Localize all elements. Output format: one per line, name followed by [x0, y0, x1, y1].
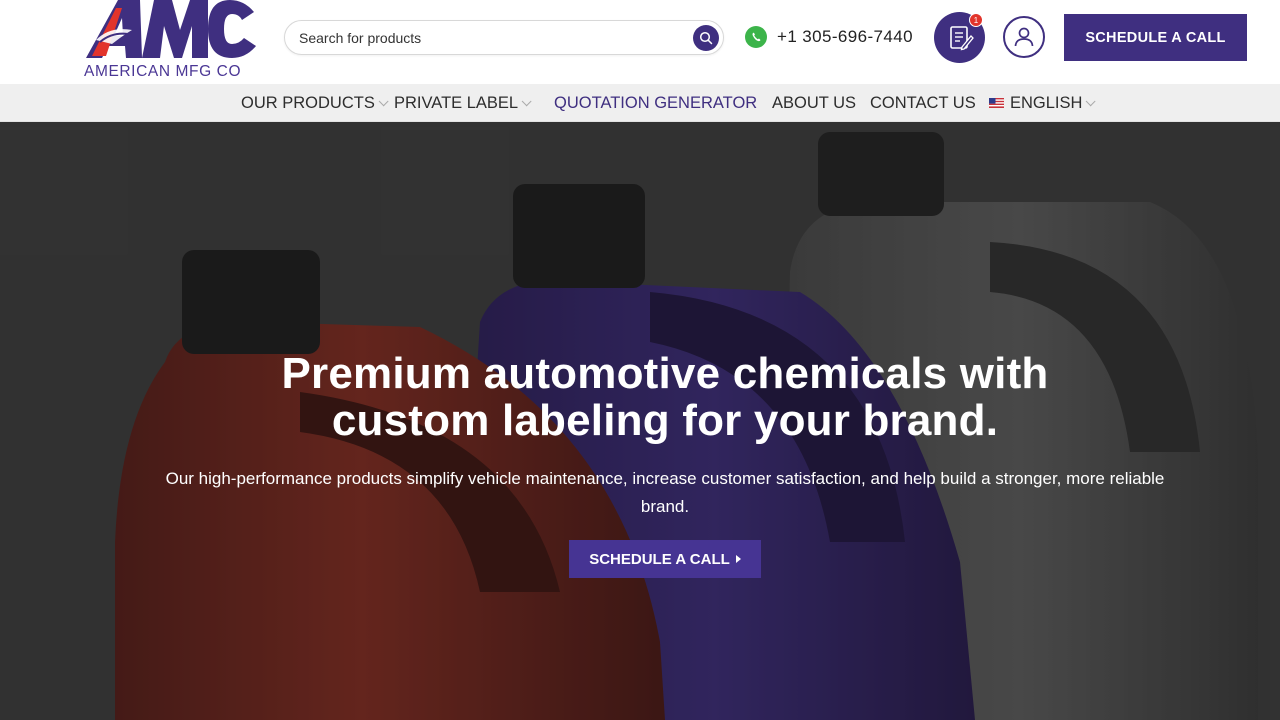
nav-item-our-products[interactable]: OUR PRODUCTS: [241, 84, 389, 122]
hero-title-line: Premium automotive chemicals with: [281, 349, 1049, 398]
whatsapp-icon: [745, 26, 767, 48]
hero-schedule-call-button[interactable]: SCHEDULE A CALL: [569, 540, 761, 578]
caret-right-icon: [735, 555, 741, 563]
quote-count-badge: 1: [969, 13, 983, 27]
search-button[interactable]: [693, 25, 719, 51]
nav-item-label: PRIVATE LABEL: [394, 93, 519, 112]
nav-item-label: CONTACT US: [870, 93, 976, 112]
account-button[interactable]: [1003, 16, 1045, 58]
phone-contact[interactable]: +1 305-696-7440: [745, 24, 913, 50]
nav-item-label: ABOUT US: [772, 93, 857, 112]
hero-title-line: custom labeling for your brand.: [331, 396, 999, 445]
nav-item-contact-us[interactable]: CONTACT US: [870, 84, 976, 122]
quote-document-icon: [949, 25, 974, 50]
hero-banner: Premium automotive chemicals with custom…: [0, 122, 1280, 720]
schedule-call-button[interactable]: SCHEDULE A CALL: [1064, 14, 1247, 61]
nav-item-label: ENGLISH: [1010, 93, 1083, 112]
chevron-down-icon: [378, 95, 389, 106]
hero-title: Premium automotive chemicals with custom…: [140, 350, 1190, 444]
nav-item-private-label[interactable]: PRIVATE LABEL: [394, 84, 532, 122]
nav-item-label: QUOTATION GENERATOR: [554, 93, 758, 112]
search-icon: [699, 31, 713, 45]
nav-item-quotation-generator[interactable]: QUOTATION GENERATOR: [554, 84, 757, 122]
chevron-down-icon: [521, 95, 532, 106]
us-flag-icon: [989, 98, 1004, 108]
search-bar: [284, 20, 724, 55]
main-nav: OUR PRODUCTS PRIVATE LABEL QUOTATION GEN…: [0, 84, 1280, 122]
phone-number[interactable]: +1 305-696-7440: [777, 27, 913, 47]
nav-item-about-us[interactable]: ABOUT US: [772, 84, 856, 122]
amc-logo[interactable]: AMERICAN MFG CO: [82, 0, 260, 82]
site-header: AMERICAN MFG CO +1 305-696-7440 1: [0, 0, 1280, 84]
chevron-down-icon: [1086, 95, 1097, 106]
hero-subtitle: Our high-performance products simplify v…: [165, 469, 1165, 516]
search-input[interactable]: [299, 21, 689, 54]
nav-item-language[interactable]: ENGLISH: [989, 84, 1097, 122]
hero-cta-label: SCHEDULE A CALL: [589, 550, 730, 568]
nav-item-label: OUR PRODUCTS: [241, 93, 375, 112]
user-icon: [1014, 27, 1034, 47]
logo-wordmark: AMERICAN MFG CO: [84, 63, 242, 80]
amc-logo-mark: [86, 0, 256, 58]
